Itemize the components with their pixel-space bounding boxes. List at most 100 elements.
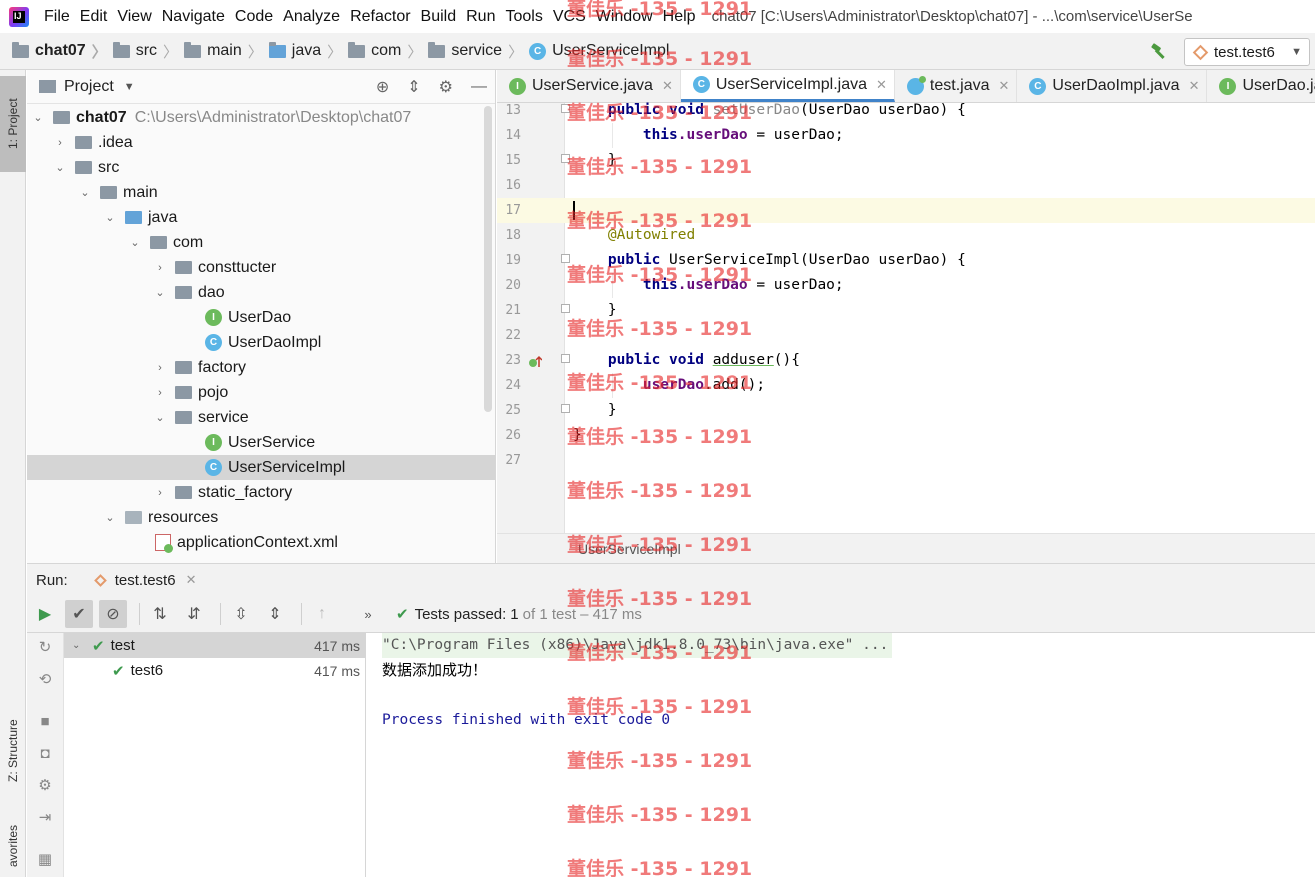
tree-item-com[interactable]: ⌄ com bbox=[27, 230, 495, 255]
menu-vcs[interactable]: VCS bbox=[553, 8, 586, 26]
tree-item-dao[interactable]: ⌄ dao bbox=[27, 280, 495, 305]
camera-icon[interactable]: ◘ bbox=[35, 743, 55, 763]
tree-item-consttucter[interactable]: › consttucter bbox=[27, 255, 495, 280]
collapse-all-icon[interactable]: ⇕ bbox=[261, 600, 289, 628]
tree-item-label: consttucter bbox=[198, 258, 277, 276]
previous-failed-arrow-icon[interactable]: ↑ bbox=[308, 600, 336, 628]
tab-userdaoimpl-java[interactable]: C UserDaoImpl.java ✕ bbox=[1017, 70, 1208, 102]
fold-marker-icon[interactable] bbox=[561, 104, 570, 113]
test-name: test bbox=[110, 637, 135, 654]
menu-build[interactable]: Build bbox=[421, 8, 457, 26]
tree-item-label: UserServiceImpl bbox=[228, 458, 346, 476]
menu-code[interactable]: Code bbox=[235, 8, 273, 26]
breadcrumb-project[interactable]: chat07 〉 bbox=[12, 41, 113, 62]
sort-alpha-icon[interactable]: ⇅ bbox=[146, 600, 174, 628]
locate-target-icon[interactable]: ⊕ bbox=[376, 77, 389, 97]
fold-marker-icon[interactable] bbox=[561, 404, 570, 413]
close-icon[interactable]: ✕ bbox=[1189, 78, 1200, 94]
tree-item-userdaoimpl[interactable]: C UserDaoImpl bbox=[27, 330, 495, 355]
run-tab-test6[interactable]: test.test6 ✕ bbox=[93, 572, 197, 589]
menu-help[interactable]: Help bbox=[663, 8, 696, 26]
close-icon[interactable]: ✕ bbox=[999, 78, 1010, 94]
project-view-selector[interactable]: Project ▼ bbox=[39, 78, 135, 96]
menu-navigate[interactable]: Navigate bbox=[162, 8, 225, 26]
package-icon bbox=[175, 411, 192, 424]
breadcrumb-java[interactable]: java 〉 bbox=[268, 41, 348, 62]
tree-item-userserviceimpl[interactable]: C UserServiceImpl bbox=[27, 455, 495, 480]
tree-item-service[interactable]: ⌄ service bbox=[27, 405, 495, 430]
package-icon bbox=[175, 286, 192, 299]
minimize-icon[interactable]: — bbox=[471, 78, 487, 96]
show-ignored-icon[interactable]: ⊘ bbox=[99, 600, 127, 628]
menu-view[interactable]: View bbox=[117, 8, 151, 26]
folder-icon bbox=[184, 41, 202, 58]
tree-item-project-root[interactable]: ⌄ chat07 C:\Users\Administrator\Desktop\… bbox=[27, 105, 495, 130]
breadcrumb-class[interactable]: C UserServiceImpl bbox=[529, 42, 669, 60]
tree-item-static-factory[interactable]: › static_factory bbox=[27, 480, 495, 505]
fold-marker-icon[interactable] bbox=[561, 254, 570, 263]
tree-item-applicationcontext[interactable]: applicationContext.xml bbox=[27, 530, 495, 555]
rerun-failed-icon[interactable]: ↻ bbox=[35, 637, 55, 657]
breadcrumb-src[interactable]: src 〉 bbox=[112, 41, 184, 62]
menu-edit[interactable]: Edit bbox=[80, 8, 108, 26]
module-folder-icon bbox=[12, 41, 29, 58]
project-tool-tab[interactable]: 1: Project bbox=[0, 76, 26, 172]
breadcrumb-main[interactable]: main 〉 bbox=[184, 41, 269, 62]
breadcrumb-com[interactable]: com 〉 bbox=[348, 41, 428, 62]
close-icon[interactable]: ✕ bbox=[662, 78, 673, 94]
fold-marker-icon[interactable] bbox=[561, 304, 570, 313]
structure-tool-tab[interactable]: Z: Structure bbox=[0, 696, 26, 806]
menu-run[interactable]: Run bbox=[466, 8, 495, 26]
menu-tools[interactable]: Tools bbox=[505, 8, 542, 26]
fold-marker-icon[interactable] bbox=[561, 354, 570, 363]
test-case-row[interactable]: ✔ test6 417 ms bbox=[64, 658, 366, 683]
close-icon[interactable]: ✕ bbox=[876, 77, 887, 93]
console-output[interactable]: "C:\Program Files (x86)\Java\jdk1.8.0_73… bbox=[367, 633, 1315, 877]
class-icon: C bbox=[692, 76, 710, 93]
tree-item-label: factory bbox=[198, 358, 247, 376]
favorites-tool-tab[interactable]: avorites bbox=[0, 816, 26, 876]
run-configuration-dropdown[interactable]: test.test6 ▼ bbox=[1184, 38, 1310, 66]
implements-method-icon[interactable] bbox=[528, 355, 542, 369]
code-editor[interactable] bbox=[566, 103, 1315, 533]
gear-icon[interactable]: ⚙ bbox=[35, 775, 55, 795]
close-icon[interactable]: ✕ bbox=[186, 572, 197, 588]
menu-analyze[interactable]: Analyze bbox=[283, 8, 340, 26]
menu-refactor[interactable]: Refactor bbox=[350, 8, 410, 26]
layout-icon[interactable]: ▦ bbox=[35, 849, 55, 869]
project-tree-scrollbar[interactable] bbox=[484, 106, 492, 412]
editor-breadcrumb[interactable]: UserServiceImpl bbox=[497, 533, 1315, 563]
fold-marker-icon[interactable] bbox=[561, 154, 570, 163]
more-chevron-icon[interactable]: » bbox=[354, 600, 382, 628]
line-number: 22 bbox=[505, 328, 521, 343]
tree-item-java[interactable]: ⌄ java bbox=[27, 205, 495, 230]
import-tests-icon[interactable]: ⇥ bbox=[35, 807, 55, 827]
line-number: 13 bbox=[505, 103, 521, 118]
sort-duration-icon[interactable]: ⇵ bbox=[180, 600, 208, 628]
expand-all-icon[interactable]: ⇳ bbox=[227, 600, 255, 628]
toggle-auto-test-icon[interactable]: ⟲ bbox=[35, 669, 55, 689]
rerun-play-icon[interactable]: ▶ bbox=[31, 600, 59, 628]
tree-item-userdao[interactable]: I UserDao bbox=[27, 305, 495, 330]
tree-item-userservice[interactable]: I UserService bbox=[27, 430, 495, 455]
menu-file[interactable]: File bbox=[44, 8, 70, 26]
code-text: UserServiceImpl(UserDao userDao) { bbox=[660, 252, 966, 268]
chevron-right-icon: › bbox=[158, 361, 162, 374]
tree-item-factory[interactable]: › factory bbox=[27, 355, 495, 380]
gear-icon[interactable]: ⚙ bbox=[439, 77, 453, 97]
stop-icon[interactable]: ■ bbox=[35, 711, 55, 731]
tab-userdao-java[interactable]: I UserDao.java bbox=[1207, 70, 1315, 102]
collapse-all-icon[interactable]: ⇕ bbox=[407, 77, 420, 97]
breadcrumb-service[interactable]: service 〉 bbox=[428, 41, 529, 62]
menu-window[interactable]: Window bbox=[596, 8, 653, 26]
test-suite-row[interactable]: ⌄ ✔ test 417 ms bbox=[64, 633, 366, 658]
tree-item-resources[interactable]: ⌄ resources bbox=[27, 505, 495, 530]
tree-item-pojo[interactable]: › pojo bbox=[27, 380, 495, 405]
tree-item-src[interactable]: ⌄ src bbox=[27, 155, 495, 180]
package-icon bbox=[175, 386, 192, 399]
show-passed-check-icon[interactable]: ✔ bbox=[65, 600, 93, 628]
build-hammer-icon[interactable] bbox=[1150, 42, 1168, 60]
tree-item-idea[interactable]: › .idea bbox=[27, 130, 495, 155]
toolbar-divider bbox=[301, 603, 302, 625]
tree-item-main[interactable]: ⌄ main bbox=[27, 180, 495, 205]
